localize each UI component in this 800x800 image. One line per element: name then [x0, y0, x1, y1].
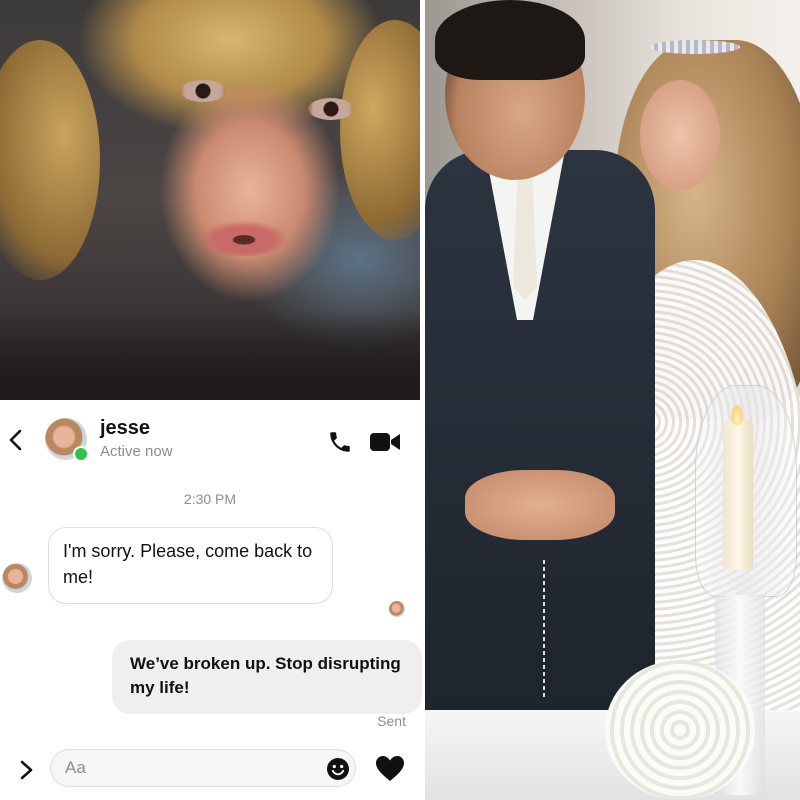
phone-icon[interactable]: [327, 429, 353, 455]
messenger-chat: jesse Active now 2:30 PM I'm sorry. Plea…: [0, 403, 422, 800]
message-timestamp: 2:30 PM: [183, 491, 237, 507]
bouquet: [605, 660, 755, 800]
crying-man-photo: [0, 0, 420, 400]
bride-face: [640, 80, 720, 190]
chevron-right-icon: [20, 760, 33, 780]
wedding-ceremony-photo: [425, 0, 800, 800]
outgoing-message[interactable]: We’ve broken up. Stop disrupting my life…: [112, 640, 422, 714]
heart-icon[interactable]: [375, 755, 405, 783]
message-input[interactable]: [50, 749, 356, 787]
candle: [723, 420, 753, 570]
mouth: [198, 220, 290, 256]
hair: [0, 40, 100, 280]
video-camera-icon[interactable]: [369, 431, 401, 453]
delivery-status: Sent: [377, 713, 406, 729]
joined-hands: [465, 470, 615, 540]
candle-flame: [731, 405, 743, 425]
incoming-message[interactable]: I'm sorry. Please, come back to me!: [48, 527, 333, 604]
chevron-left-icon: [9, 429, 22, 451]
seen-indicator-avatar: [389, 601, 405, 617]
shirt: [0, 310, 420, 400]
contact-status: Active now: [100, 443, 173, 460]
eye: [180, 80, 226, 102]
expand-actions-button[interactable]: [14, 756, 38, 784]
tiara: [650, 40, 740, 54]
back-button[interactable]: [6, 427, 26, 453]
groom-hair: [435, 0, 585, 80]
rosary: [543, 560, 545, 700]
hair: [340, 20, 420, 240]
sender-avatar: [2, 563, 32, 593]
contact-name[interactable]: jesse: [100, 417, 150, 440]
online-status-dot: [73, 446, 89, 462]
emoji-icon[interactable]: [326, 757, 350, 781]
eye: [308, 98, 354, 120]
